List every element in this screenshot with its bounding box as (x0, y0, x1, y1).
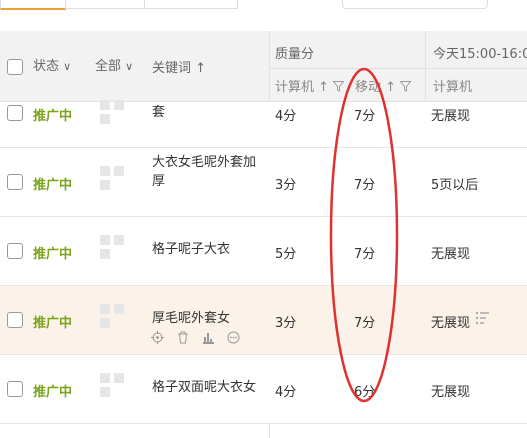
keyword-header-label: 关键词 (152, 61, 192, 76)
more-icon[interactable] (227, 331, 240, 344)
keyword-sort[interactable]: 关键词 ↑ (152, 57, 206, 76)
chevron-down-icon: ∨ (63, 60, 72, 73)
row-checkbox[interactable] (7, 312, 23, 328)
row-checkbox[interactable] (7, 174, 23, 190)
status-badge: 推广中 (33, 247, 73, 262)
chevron-down-icon: ∨ (125, 60, 134, 73)
quality-score-group: 质量分 (275, 47, 315, 62)
rank-text: 无展现 (431, 385, 471, 400)
pc-quality-score: 5分 (275, 247, 297, 262)
keyword-thumbnail (100, 166, 126, 192)
row-checkbox[interactable] (7, 105, 23, 121)
keyword-text: 厚毛呢外套女 (152, 311, 231, 326)
tab-3[interactable] (144, 0, 238, 9)
all-header-label: 全部 (95, 59, 122, 74)
keyword-thumbnail (100, 100, 126, 126)
keyword-text: 格子呢子大衣 (152, 242, 231, 257)
rank-text: 无展现 (431, 316, 471, 331)
keyword-text: 格子双面呢大衣女 (152, 380, 257, 395)
search-box[interactable] (342, 0, 488, 9)
select-all-checkbox[interactable] (7, 59, 23, 75)
all-filter[interactable]: 全部 ∨ (95, 55, 133, 74)
today-computer-label: 计算机 (433, 80, 473, 95)
tab-2[interactable] (65, 0, 145, 9)
sort-arrow-icon: ↑ (195, 61, 207, 76)
today-time-group: 今天15:00-16:00 (433, 47, 527, 62)
status-filter[interactable]: 状态 ∨ (33, 55, 71, 74)
quality-computer-label: 计算机 (275, 80, 315, 95)
rank-text: 无展现 (431, 247, 471, 262)
red-annotation-ellipse (329, 67, 399, 403)
keyword-text: 套 (152, 105, 166, 120)
row-checkbox[interactable] (7, 243, 23, 259)
row-actions (151, 331, 251, 345)
rank-text: 5页以后 (431, 178, 479, 193)
trash-icon[interactable] (177, 331, 189, 344)
pc-quality-score: 4分 (275, 385, 297, 400)
status-badge: 推广中 (33, 109, 73, 124)
keyword-thumbnail (100, 373, 126, 399)
status-header-label: 状态 (33, 59, 60, 74)
target-icon[interactable] (151, 331, 164, 344)
row-checkbox[interactable] (7, 381, 23, 397)
list-detail-icon[interactable] (475, 310, 491, 326)
status-badge: 推广中 (33, 385, 73, 400)
keyword-thumbnail (100, 304, 126, 330)
tab-active[interactable] (0, 0, 66, 10)
pc-quality-score: 4分 (275, 109, 297, 124)
bar-chart-icon[interactable] (202, 331, 215, 344)
keyword-thumbnail (100, 235, 126, 261)
rank-text: 无展现 (431, 109, 471, 124)
status-badge: 推广中 (33, 316, 73, 331)
status-badge: 推广中 (33, 178, 73, 193)
pc-quality-score: 3分 (275, 316, 297, 331)
column-divider (425, 31, 426, 101)
keyword-text: 大衣女毛呢外套加厚 (152, 155, 257, 189)
pc-quality-score: 3分 (275, 178, 297, 193)
